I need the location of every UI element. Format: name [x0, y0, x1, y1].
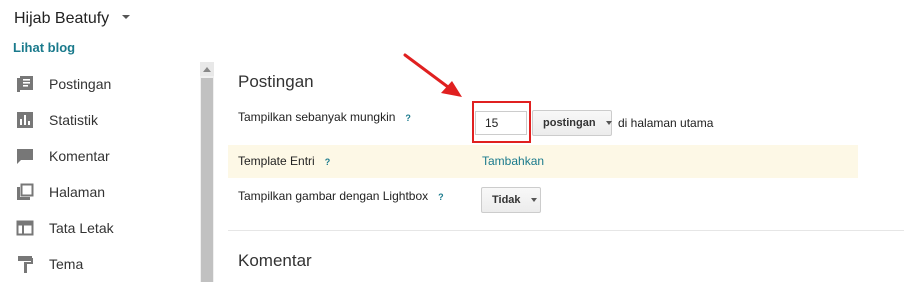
sidebar-item-label: Tata Letak	[49, 220, 114, 236]
posts-unit-dropdown[interactable]: postingan	[532, 110, 612, 136]
sidebar-scrollbar[interactable]	[200, 62, 214, 282]
pages-icon	[15, 182, 35, 202]
lightbox-value: Tidak	[492, 194, 521, 206]
sidebar-item-label: Statistik	[49, 112, 99, 128]
show-max-posts-row: Tampilkan sebanyak mungkin? 15 postingan…	[228, 100, 858, 144]
chevron-down-icon	[530, 198, 537, 202]
annotation-highlight-box	[472, 101, 531, 143]
sidebar-nav: Postingan Statistik Komentar Halaman Tat…	[0, 66, 200, 282]
show-max-label-text: Tampilkan sebanyak mungkin	[238, 110, 396, 124]
sidebar-item-layout[interactable]: Tata Letak	[0, 210, 200, 246]
sidebar-item-label: Komentar	[49, 148, 110, 164]
lightbox-dropdown[interactable]: Tidak	[481, 187, 541, 213]
sidebar-item-label: Tema	[49, 256, 84, 272]
template-row: Template Entri? Tambahkan	[228, 145, 858, 178]
add-template-link[interactable]: Tambahkan	[482, 154, 544, 168]
view-blog-link[interactable]: Lihat blog	[13, 40, 75, 55]
settings-panel: Postingan Tampilkan sebanyak mungkin? 15…	[228, 0, 904, 282]
template-label: Template Entri?	[238, 154, 330, 168]
theme-icon	[15, 254, 35, 274]
help-icon[interactable]: ?	[325, 157, 331, 167]
scroll-up-button[interactable]	[200, 62, 214, 76]
sidebar-item-stats[interactable]: Statistik	[0, 102, 200, 138]
sidebar-item-comments[interactable]: Komentar	[0, 138, 200, 174]
layout-icon	[15, 218, 35, 238]
comments-section-title: Komentar	[238, 251, 312, 270]
lightbox-row: Tampilkan gambar dengan Lightbox? Tidak	[228, 180, 858, 220]
sidebar-item-label: Halaman	[49, 184, 106, 200]
stats-icon	[15, 110, 35, 130]
arrow-up-icon	[203, 66, 211, 72]
chevron-down-icon	[605, 121, 612, 125]
posts-suffix-text: di halaman utama	[618, 116, 714, 130]
sidebar-item-pages[interactable]: Halaman	[0, 174, 200, 210]
sidebar-item-label: Postingan	[49, 76, 112, 92]
blog-selector[interactable]: Hijab Beatufy	[14, 10, 130, 28]
scrollbar-thumb[interactable]	[201, 78, 213, 282]
posts-icon	[15, 74, 35, 94]
sidebar-item-theme[interactable]: Tema	[0, 246, 200, 282]
posts-section-title: Postingan	[238, 72, 314, 91]
lightbox-label: Tampilkan gambar dengan Lightbox?	[238, 189, 444, 203]
help-icon[interactable]: ?	[405, 113, 411, 123]
show-max-label: Tampilkan sebanyak mungkin?	[238, 110, 411, 124]
lightbox-label-text: Tampilkan gambar dengan Lightbox	[238, 189, 429, 203]
chevron-down-icon[interactable]	[121, 14, 130, 19]
sidebar-item-posts[interactable]: Postingan	[0, 66, 200, 102]
posts-unit-value: postingan	[543, 117, 596, 129]
comments-icon	[15, 146, 35, 166]
blog-title[interactable]: Hijab Beatufy	[14, 10, 109, 28]
template-label-text: Template Entri	[238, 154, 315, 168]
help-icon[interactable]: ?	[438, 192, 444, 202]
section-divider	[228, 230, 904, 231]
